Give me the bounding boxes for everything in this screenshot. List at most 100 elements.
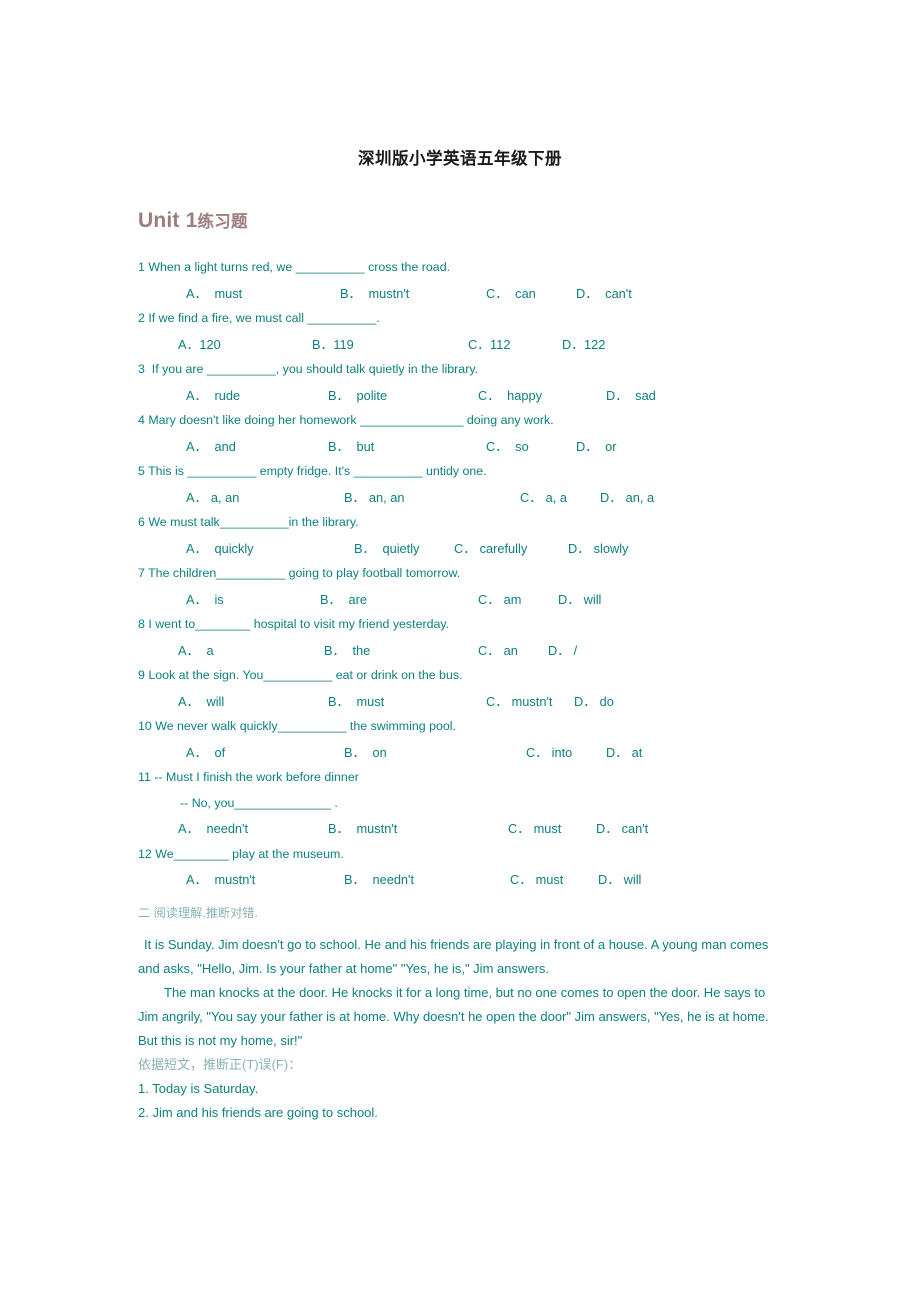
option-b[interactable]: B． the — [324, 638, 370, 664]
option-d[interactable]: D． or — [576, 434, 617, 460]
option-text: but — [356, 438, 375, 454]
option-a[interactable]: A． a, an — [186, 485, 239, 511]
passage-paragraph-1: It is Sunday. Jim doesn't go to school. … — [138, 936, 769, 976]
option-c[interactable]: C． can — [486, 281, 536, 307]
document-page: 深圳版小学英语五年级下册 Unit 1练习题 1 When a light tu… — [0, 0, 920, 1302]
option-c[interactable]: C． happy — [478, 383, 542, 409]
option-a[interactable]: A． of — [186, 740, 225, 766]
option-text: on — [372, 744, 387, 760]
option-c[interactable]: C． carefully — [454, 536, 527, 562]
option-text: must — [356, 693, 385, 709]
option-c[interactable]: C． mustn't — [486, 689, 552, 715]
option-text: am — [503, 591, 522, 607]
tf-statement-1: 1. Today is Saturday. — [138, 1080, 259, 1096]
option-b[interactable]: B． an, an — [344, 485, 405, 511]
option-d[interactable]: D． do — [574, 689, 614, 715]
option-d[interactable]: D． slowly — [568, 536, 628, 562]
option-c[interactable]: C． an — [478, 638, 518, 664]
option-a[interactable]: A． rude — [186, 383, 240, 409]
option-b[interactable]: B． must — [328, 689, 384, 715]
option-text: 119 — [333, 336, 354, 352]
option-d[interactable]: D． will — [558, 587, 601, 613]
option-label: D． — [576, 438, 599, 454]
question-stem: 2 If we find a fire, we must call ______… — [138, 311, 380, 325]
option-a[interactable]: A． will — [178, 689, 224, 715]
option-label: B． — [328, 821, 350, 836]
option-d[interactable]: D． can't — [576, 281, 632, 307]
option-label: C． — [486, 693, 509, 709]
option-d[interactable]: D． can't — [596, 816, 648, 842]
option-a[interactable]: A． quickly — [186, 536, 254, 562]
passage-paragraph-2: The man knocks at the door. He knocks it… — [138, 984, 769, 1048]
option-a[interactable]: A． must — [186, 281, 242, 307]
document-title: 深圳版小学英语五年级下册 — [358, 150, 562, 168]
option-label: B． — [328, 387, 350, 403]
option-c[interactable]: C． a, a — [520, 485, 567, 511]
option-label: B． — [312, 336, 334, 352]
option-b[interactable]: B． are — [320, 587, 367, 613]
option-label: D． — [548, 642, 571, 658]
option-d[interactable]: D． at — [606, 740, 642, 766]
option-text: an, a — [625, 489, 655, 505]
option-c[interactable]: C．112 — [468, 332, 510, 358]
option-d[interactable]: D． sad — [606, 383, 656, 409]
option-text: will — [623, 872, 642, 887]
option-text: will — [206, 693, 225, 709]
option-a[interactable]: A． needn't — [178, 816, 248, 842]
question-stem: 10 We never walk quickly__________ the s… — [138, 719, 456, 733]
option-label: A． — [178, 693, 200, 709]
option-b[interactable]: B． quietly — [354, 536, 419, 562]
option-text: polite — [356, 387, 388, 403]
question-options: A． needn't B． mustn't C． must D． can't — [138, 816, 782, 842]
option-c[interactable]: C． so — [486, 434, 529, 460]
option-b[interactable]: B．119 — [312, 332, 354, 358]
option-b[interactable]: B． on — [344, 740, 387, 766]
option-label: C． — [508, 821, 531, 836]
question-item: 10 We never walk quickly__________ the s… — [138, 714, 782, 765]
question-stem: 9 Look at the sign. You__________ eat or… — [138, 668, 463, 682]
option-d[interactable]: D． an, a — [600, 485, 654, 511]
option-a[interactable]: A． mustn't — [186, 867, 255, 893]
option-text: 120 — [199, 336, 221, 352]
unit-heading-cn: 练习题 — [197, 213, 248, 231]
option-text: a, a — [545, 489, 567, 505]
question-stem: 1 When a light turns red, we __________ … — [138, 260, 451, 274]
option-d[interactable]: D． will — [598, 867, 641, 893]
option-c[interactable]: C． must — [510, 867, 563, 893]
option-label: D． — [576, 285, 599, 301]
option-text: can't — [621, 821, 649, 836]
option-text: needn't — [372, 872, 415, 887]
option-b[interactable]: B． but — [328, 434, 374, 460]
option-d[interactable]: D．122 — [562, 332, 605, 358]
option-a[interactable]: A． a — [178, 638, 214, 664]
option-text: 122 — [584, 336, 606, 352]
option-c[interactable]: C． am — [478, 587, 521, 613]
question-item: 1 When a light turns red, we __________ … — [138, 255, 782, 306]
option-b[interactable]: B． mustn't — [340, 281, 409, 307]
option-d[interactable]: D． / — [548, 638, 577, 664]
option-a[interactable]: A．120 — [178, 332, 221, 358]
question-item: 6 We must talk__________in the library. … — [138, 510, 782, 561]
option-b[interactable]: B． mustn't — [328, 816, 397, 842]
option-label: A． — [186, 489, 208, 505]
unit-heading: Unit 1练习题 — [138, 208, 782, 233]
option-b[interactable]: B． polite — [328, 383, 387, 409]
question-options: A． quickly B． quietly C． carefully D． sl… — [138, 536, 782, 562]
option-a[interactable]: A． is — [186, 587, 224, 613]
option-label: B． — [344, 872, 366, 887]
option-c[interactable]: C． into — [526, 740, 572, 766]
option-b[interactable]: B． needn't — [344, 867, 414, 893]
question-stem: 5 This is __________ empty fridge. It's … — [138, 464, 487, 478]
option-label: A． — [178, 642, 200, 658]
option-text: are — [348, 591, 367, 607]
option-c[interactable]: C． must — [508, 816, 561, 842]
option-text: at — [631, 744, 643, 760]
option-text: can't — [605, 285, 632, 301]
option-a[interactable]: A． and — [186, 434, 236, 460]
question-item: 8 I went to________ hospital to visit my… — [138, 612, 782, 663]
option-label: A． — [186, 591, 208, 607]
option-label: A． — [186, 387, 208, 403]
option-label: C． — [468, 336, 491, 352]
question-item: 2 If we find a fire, we must call ______… — [138, 306, 782, 357]
question-options: A． must B． mustn't C． can D． can't — [138, 281, 782, 307]
